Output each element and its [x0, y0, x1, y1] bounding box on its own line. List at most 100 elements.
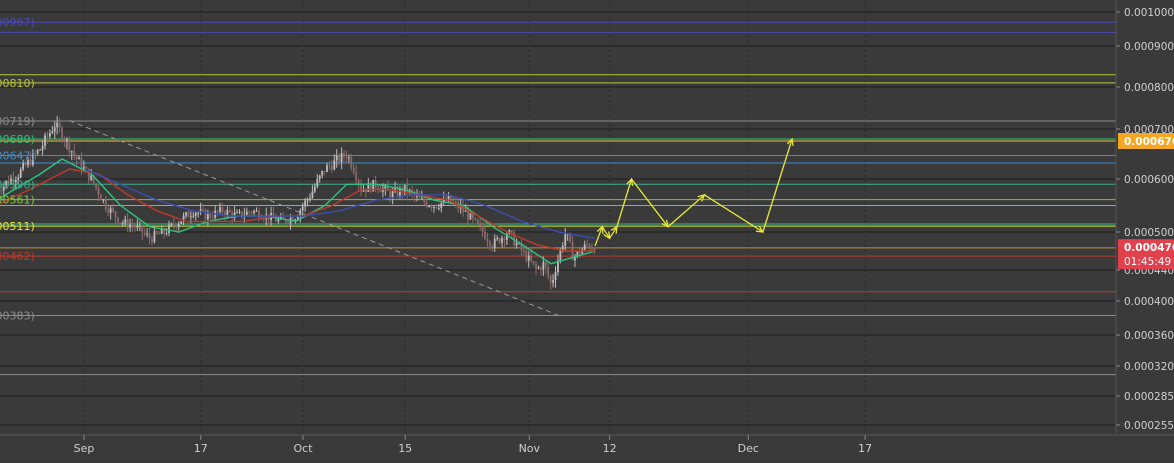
- candle-body-179: [430, 206, 433, 208]
- candle-body-37: [85, 167, 88, 169]
- candle-body-19: [41, 145, 44, 150]
- candle-body-89: [211, 217, 214, 219]
- candle-body-234: [564, 234, 567, 246]
- candle-body-99: [236, 212, 238, 214]
- candle-body-18: [39, 149, 42, 151]
- candle-body-12: [24, 163, 27, 166]
- candle-body-227: [547, 266, 550, 276]
- candle-body-165: [396, 188, 399, 196]
- candle-body-143: [343, 153, 345, 157]
- candle-body-132: [316, 179, 319, 187]
- price-tick-label-0: 0.001000: [1124, 7, 1174, 19]
- candle-body-144: [345, 156, 348, 158]
- candle-body-206: [496, 238, 499, 240]
- price-chart[interactable]: 0.000967) 0.000810) 0.000719) 0.000680) 0.00…: [0, 0, 1174, 459]
- candle-body-137: [328, 165, 331, 167]
- candle-body-48: [112, 208, 114, 212]
- candle-body-128: [306, 199, 309, 201]
- candle-body-105: [250, 212, 253, 214]
- candle-body-31: [70, 151, 73, 153]
- candle-body-61: [143, 232, 146, 234]
- candle-body-199: [479, 223, 482, 226]
- candle-body-193: [464, 210, 467, 212]
- candle-body-76: [180, 221, 183, 224]
- candle-body-35: [80, 157, 83, 170]
- candle-body-245: [591, 248, 593, 250]
- candle-body-82: [194, 213, 197, 216]
- candle-body-217: [523, 250, 525, 252]
- candle-body-212: [510, 230, 513, 233]
- candle-body-178: [428, 206, 431, 208]
- candle-body-26: [58, 122, 61, 128]
- candle-body-176: [423, 197, 426, 203]
- candle-body-86: [204, 209, 207, 220]
- candle-body-55: [129, 224, 131, 228]
- candle-body-79: [187, 212, 190, 218]
- time-tick-label-6: Dec: [738, 442, 759, 455]
- candle-body-45: [104, 199, 107, 210]
- candle-body-78: [185, 212, 187, 216]
- candle-body-100: [238, 211, 241, 213]
- candle-body-88: [209, 213, 212, 218]
- candle-body-43: [100, 194, 102, 201]
- candle-body-59: [138, 225, 141, 227]
- candle-body-95: [226, 210, 229, 216]
- candle-body-22: [48, 133, 51, 137]
- candle-body-32: [73, 151, 76, 156]
- candle-body-243: [586, 244, 589, 246]
- candle-body-146: [350, 157, 353, 168]
- candle-body-127: [304, 200, 307, 207]
- candle-body-46: [107, 209, 110, 213]
- candle-body-85: [202, 209, 204, 211]
- time-tick-label-5: 12: [603, 442, 617, 455]
- candle-body-107: [255, 210, 258, 212]
- candle-body-72: [170, 223, 173, 225]
- candle-body-10: [19, 169, 22, 178]
- candle-body-226: [544, 262, 547, 267]
- candle-body-131: [313, 186, 316, 192]
- candle-body-67: [158, 233, 161, 235]
- price-tick-label-7: 0.000400: [1124, 296, 1174, 308]
- candle-body-135: [323, 170, 326, 172]
- candle-body-106: [253, 210, 255, 213]
- chart-container[interactable]: 0.000967) 0.000810) 0.000719) 0.000680) 0.00…: [0, 0, 1174, 459]
- candle-body-130: [311, 191, 314, 198]
- candle-body-41: [95, 183, 97, 188]
- level-label-9: 0.000590): [0, 178, 35, 191]
- candle-body-60: [141, 225, 144, 233]
- candle-body-103: [245, 211, 248, 216]
- time-tick-label-4: Nov: [519, 442, 541, 455]
- price-tick-label-2: 0.000800: [1124, 82, 1174, 94]
- price-tick-label-9: 0.000320: [1124, 361, 1174, 373]
- candle-body-183: [440, 202, 443, 209]
- candle-body-58: [136, 225, 139, 228]
- candle-body-33: [75, 155, 78, 160]
- candle-body-181: [435, 206, 438, 209]
- level-label-7: 0.000647): [0, 150, 35, 163]
- candle-body-205: [493, 238, 496, 249]
- candle-countdown-label: 01:45:49: [1124, 256, 1171, 268]
- candle-body-230: [554, 272, 557, 280]
- candle-body-20: [44, 135, 46, 146]
- candle-body-174: [418, 195, 421, 198]
- candle-body-218: [525, 250, 528, 261]
- candle-body-207: [498, 238, 501, 243]
- candle-body-56: [131, 224, 134, 227]
- candle-body-28: [63, 139, 66, 142]
- candle-body-120: [287, 222, 290, 224]
- price-tick-label-8: 0.000360: [1124, 330, 1174, 342]
- candle-body-198: [476, 219, 479, 224]
- candle-body-208: [501, 237, 503, 243]
- candle-body-139: [333, 160, 336, 170]
- candle-body-202: [486, 238, 489, 242]
- candle-body-180: [433, 206, 435, 208]
- candle-body-70: [165, 233, 168, 235]
- candle-body-92: [219, 207, 221, 212]
- level-label-5: 0.000680): [0, 133, 35, 146]
- candle-body-201: [484, 231, 486, 239]
- candle-body-195: [469, 213, 472, 220]
- candle-body-80: [189, 216, 192, 218]
- level-label-0: 0.000967): [0, 16, 35, 29]
- candle-body-104: [248, 211, 251, 213]
- candle-body-75: [177, 223, 180, 228]
